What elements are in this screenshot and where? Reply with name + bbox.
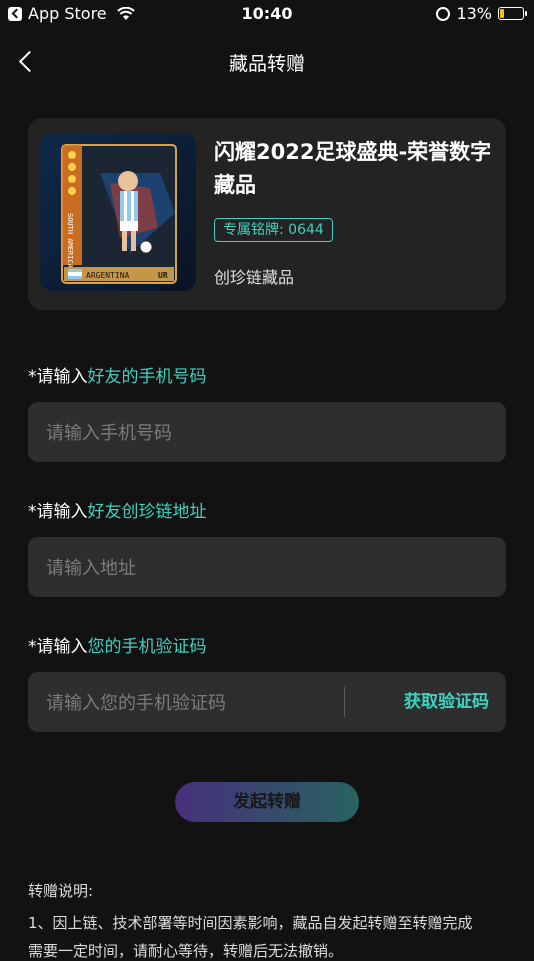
phone-label-highlight: 好友的手机号码 [87,367,207,387]
image-code-text: UR [158,271,168,280]
address-field [28,537,506,599]
code-input[interactable] [44,672,348,734]
phone-input[interactable] [44,402,348,464]
address-label-prefix: *请输入 [28,502,88,522]
collectible-card: SOUTH AMERICA ARGENTINA UR 闪耀2022足球盛典-荣誉… [28,118,506,310]
battery-icon [498,7,527,20]
address-input[interactable] [44,537,348,599]
page-title: 藏品转赠 [228,53,305,75]
phone-label-prefix: *请输入 [28,367,88,387]
nameplate-badge: 专属铭牌: 0644 [214,218,333,242]
notes-title: 转赠说明: [28,882,94,900]
code-label-highlight: 您的手机验证码 [87,637,207,657]
image-country-text: ARGENTINA [86,271,130,280]
status-bar: App Store 10:40 13% [0,0,534,28]
get-code-button[interactable]: 获取验证码 [404,672,489,732]
image-side-text: SOUTH AMERICA [66,213,74,269]
collectible-chain-label: 创珍链藏品 [214,268,295,287]
collectible-artwork: SOUTH AMERICA ARGENTINA UR [40,133,196,291]
status-right: 13% [436,4,527,23]
nav-bar: 藏品转赠 [0,38,534,86]
code-label-prefix: *请输入 [28,637,88,657]
address-label-highlight: 好友创珍链地址 [87,502,207,522]
field-divider [344,687,345,717]
notes-line-2: 需要一定时间，请耐心等待，转赠后无法撤销。 [28,942,344,960]
collectible-image: SOUTH AMERICA ARGENTINA UR [40,133,196,291]
orientation-lock-icon [436,6,451,21]
code-label: *请输入您的手机验证码 [28,632,207,657]
collectible-title: 闪耀2022足球盛典-荣誉数字藏品 [214,140,492,197]
address-label: *请输入好友创珍链地址 [28,497,207,522]
battery-percent: 13% [456,4,492,23]
code-field: 获取验证码 [28,672,506,734]
phone-label: *请输入好友的手机号码 [28,362,207,387]
phone-field [28,402,506,464]
notes-line-1: 1、因上链、技术部署等时间因素影响，藏品自发起转赠至转赠完成 [28,914,473,932]
submit-transfer-button[interactable]: 发起转赠 [175,782,359,822]
